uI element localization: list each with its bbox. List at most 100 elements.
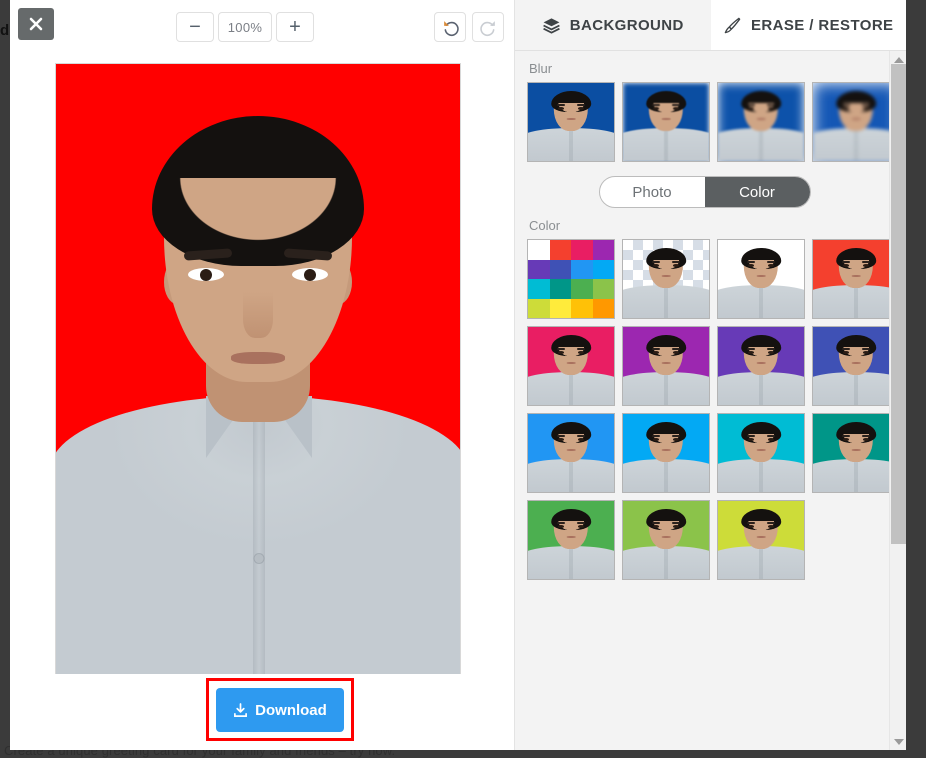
thumbnail-portrait: [813, 83, 899, 161]
tab-erase-restore[interactable]: ERASE / RESTORE: [711, 0, 907, 50]
palette-swatch[interactable]: [528, 279, 550, 299]
chevron-down-icon: [894, 739, 904, 745]
color-thumbnail-grid: [527, 239, 906, 580]
color-thumbnail[interactable]: [622, 239, 710, 319]
backdrop-edge-glyph: d: [0, 22, 9, 39]
download-button[interactable]: Download: [216, 688, 344, 732]
palette-swatch[interactable]: [528, 260, 550, 280]
mode-toggle: Photo Color: [599, 176, 811, 208]
thumbnail-portrait: [813, 240, 899, 318]
options-pane: BACKGROUND ERASE / RESTORE Blur Photo: [515, 0, 906, 750]
mode-option-color[interactable]: Color: [705, 177, 810, 207]
scrollbar-thumb[interactable]: [891, 64, 906, 544]
color-thumbnail[interactable]: [622, 326, 710, 406]
portrait-shirt-button: [255, 554, 264, 563]
thumbnail-portrait: [528, 83, 614, 161]
color-section-label: Color: [529, 218, 906, 233]
panel-scrollbar[interactable]: [889, 51, 906, 750]
palette-swatch[interactable]: [571, 260, 593, 280]
zoom-in-button[interactable]: +: [276, 12, 314, 42]
zoom-out-button[interactable]: −: [176, 12, 214, 42]
color-thumbnail[interactable]: [717, 500, 805, 580]
portrait-eye-right: [292, 268, 328, 281]
color-thumbnail[interactable]: [622, 413, 710, 493]
thumbnail-portrait: [528, 327, 614, 405]
palette-swatch[interactable]: [593, 260, 615, 280]
minus-icon: −: [189, 17, 201, 37]
download-button-label: Download: [255, 702, 327, 719]
blur-thumbnail[interactable]: [812, 82, 900, 162]
thumbnail-portrait: [718, 83, 804, 161]
color-thumbnail[interactable]: [717, 326, 805, 406]
plus-icon: +: [289, 17, 301, 37]
color-thumbnail[interactable]: [812, 413, 900, 493]
close-icon: [29, 17, 43, 31]
undo-button[interactable]: [434, 12, 466, 42]
palette-swatch[interactable]: [550, 299, 572, 319]
thumbnail-portrait: [528, 414, 614, 492]
brush-icon: [723, 16, 742, 35]
blur-thumbnail[interactable]: [622, 82, 710, 162]
panel-tabs: BACKGROUND ERASE / RESTORE: [515, 0, 906, 51]
thumbnail-portrait: [718, 414, 804, 492]
canvas-pane: − 100% +: [10, 0, 515, 750]
thumbnail-portrait: [528, 501, 614, 579]
color-palette-swatch[interactable]: [527, 239, 615, 319]
color-thumbnail[interactable]: [527, 326, 615, 406]
thumbnail-portrait: [813, 327, 899, 405]
thumbnail-portrait: [813, 414, 899, 492]
portrait-eye-left: [188, 268, 224, 281]
color-thumbnail[interactable]: [717, 413, 805, 493]
portrait-nose: [243, 292, 273, 338]
palette-swatch[interactable]: [593, 240, 615, 260]
portrait-shirt: [55, 396, 461, 692]
mode-toggle-wrap: Photo Color: [527, 176, 906, 208]
blur-thumbnail[interactable]: [527, 82, 615, 162]
palette-swatch[interactable]: [550, 260, 572, 280]
palette-swatch[interactable]: [528, 299, 550, 319]
color-thumbnail[interactable]: [812, 239, 900, 319]
tab-background[interactable]: BACKGROUND: [515, 0, 711, 50]
blur-section-label: Blur: [529, 61, 906, 76]
palette-swatch[interactable]: [593, 299, 615, 319]
close-button[interactable]: [18, 8, 54, 40]
preview-wrap: [10, 50, 514, 674]
scrollbar-down-arrow[interactable]: [890, 733, 906, 750]
chevron-up-icon: [894, 57, 904, 63]
canvas-toolbar: − 100% +: [10, 0, 514, 50]
zoom-level-display[interactable]: 100%: [218, 12, 272, 42]
panel-scroll-area: Blur Photo Color Color: [515, 51, 906, 750]
palette-swatch[interactable]: [550, 279, 572, 299]
thumbnail-portrait: [623, 501, 709, 579]
download-bar: Download: [10, 674, 514, 750]
thumbnail-portrait: [623, 414, 709, 492]
palette-swatch[interactable]: [593, 279, 615, 299]
portrait-mouth: [231, 352, 285, 364]
redo-arrow-icon: [479, 18, 498, 37]
color-thumbnail[interactable]: [527, 413, 615, 493]
palette-swatch[interactable]: [571, 279, 593, 299]
blur-thumbnail[interactable]: [717, 82, 805, 162]
thumbnail-portrait: [623, 83, 709, 161]
thumbnail-portrait: [718, 327, 804, 405]
color-thumbnail[interactable]: [717, 239, 805, 319]
image-editor-modal: − 100% +: [10, 0, 906, 750]
palette-swatch[interactable]: [571, 299, 593, 319]
thumbnail-portrait: [623, 240, 709, 318]
portrait-hair: [152, 116, 364, 266]
color-thumbnail[interactable]: [527, 500, 615, 580]
color-thumbnail[interactable]: [812, 326, 900, 406]
tab-background-label: BACKGROUND: [570, 17, 684, 34]
palette-swatch[interactable]: [528, 240, 550, 260]
thumbnail-portrait: [623, 327, 709, 405]
thumbnail-portrait: [718, 240, 804, 318]
blur-thumbnail-grid: [527, 82, 906, 162]
mode-option-photo[interactable]: Photo: [600, 177, 705, 207]
redo-button[interactable]: [472, 12, 504, 42]
thumbnail-portrait: [718, 501, 804, 579]
photo-preview-canvas[interactable]: [55, 63, 461, 693]
palette-swatch[interactable]: [550, 240, 572, 260]
undo-arrow-icon: [441, 18, 460, 37]
color-thumbnail[interactable]: [622, 500, 710, 580]
palette-swatch[interactable]: [571, 240, 593, 260]
